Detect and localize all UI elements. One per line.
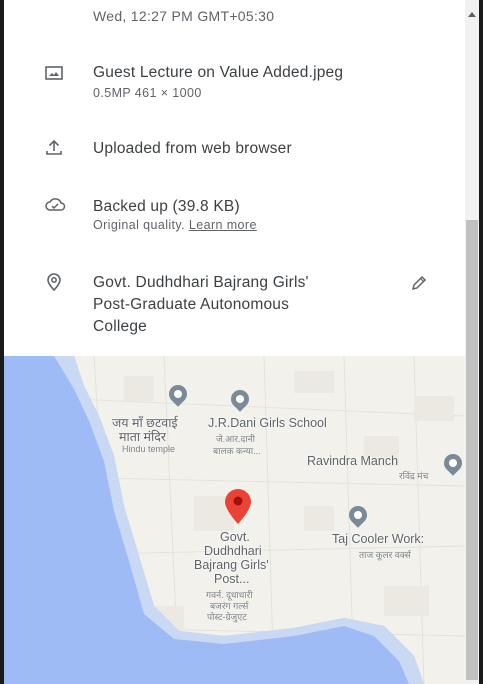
location-line-2: Post-Graduate Autonomous xyxy=(93,296,290,313)
college-label-2: Dudhdhari xyxy=(204,544,262,558)
file-meta: 0.5MP 461 × 1000 xyxy=(93,86,202,100)
learn-more-link[interactable]: Learn more xyxy=(189,218,257,232)
college-label-4: Post... xyxy=(214,572,250,586)
ravindra-label: Ravindra Manch xyxy=(307,454,399,468)
location-line-3: College xyxy=(93,318,147,335)
upload-icon xyxy=(44,138,66,160)
ravindra-label-hi: रविंद्र मंच xyxy=(399,471,429,481)
location-info-row: Govt. Dudhdhari Bajrang Girls' Post-Grad… xyxy=(4,270,444,340)
scrollbar-thumb[interactable] xyxy=(466,220,478,680)
school-label-hi-2: बालक कन्या... xyxy=(213,446,261,456)
cloud-done-icon xyxy=(44,196,66,218)
taj-cooler-label: Taj Cooler Work: xyxy=(332,532,425,546)
scrollbar[interactable] xyxy=(465,0,479,684)
backup-text: Backed up (39.8 KB) xyxy=(93,198,240,215)
date-time: Wed, 12:27 PM GMT+05:30 xyxy=(93,8,275,24)
temple-type: Hindu temple xyxy=(122,444,176,454)
file-info-row: Guest Lecture on Value Added.jpeg 0.5MP … xyxy=(4,60,444,104)
taj-cooler-label-hi: ताज कूलर वर्क्स xyxy=(359,550,411,560)
backup-quality: Original quality. Learn more xyxy=(93,218,257,232)
backup-info-row: Backed up (39.8 KB) Original quality. Le… xyxy=(4,194,444,238)
photo-info-panel: Wed, 12:27 PM GMT+05:30 Guest Lecture on… xyxy=(4,0,479,684)
location-line-1: Govt. Dudhdhari Bajrang Girls' xyxy=(93,274,309,291)
image-icon xyxy=(44,64,66,86)
scroll-up-arrow-icon[interactable] xyxy=(468,12,476,17)
college-label-3: Bajrang Girls' xyxy=(194,558,269,572)
school-label: J.R.Dani Girls School xyxy=(208,416,327,430)
upload-text: Uploaded from web browser xyxy=(93,140,292,157)
college-label-hi-3: पोस्ट-ग्रेजुएट xyxy=(207,612,247,622)
location-map[interactable]: जय माँ छटवाई माता मंदिर Hindu temple J.R… xyxy=(4,356,465,684)
file-name: Guest Lecture on Value Added.jpeg xyxy=(93,64,344,81)
location-pin-icon xyxy=(44,272,66,294)
temple-label-2: माता मंदिर xyxy=(119,430,167,444)
upload-info-row: Uploaded from web browser xyxy=(4,136,444,162)
edit-pencil-icon[interactable] xyxy=(410,274,430,294)
college-label-1: Govt. xyxy=(220,530,250,544)
